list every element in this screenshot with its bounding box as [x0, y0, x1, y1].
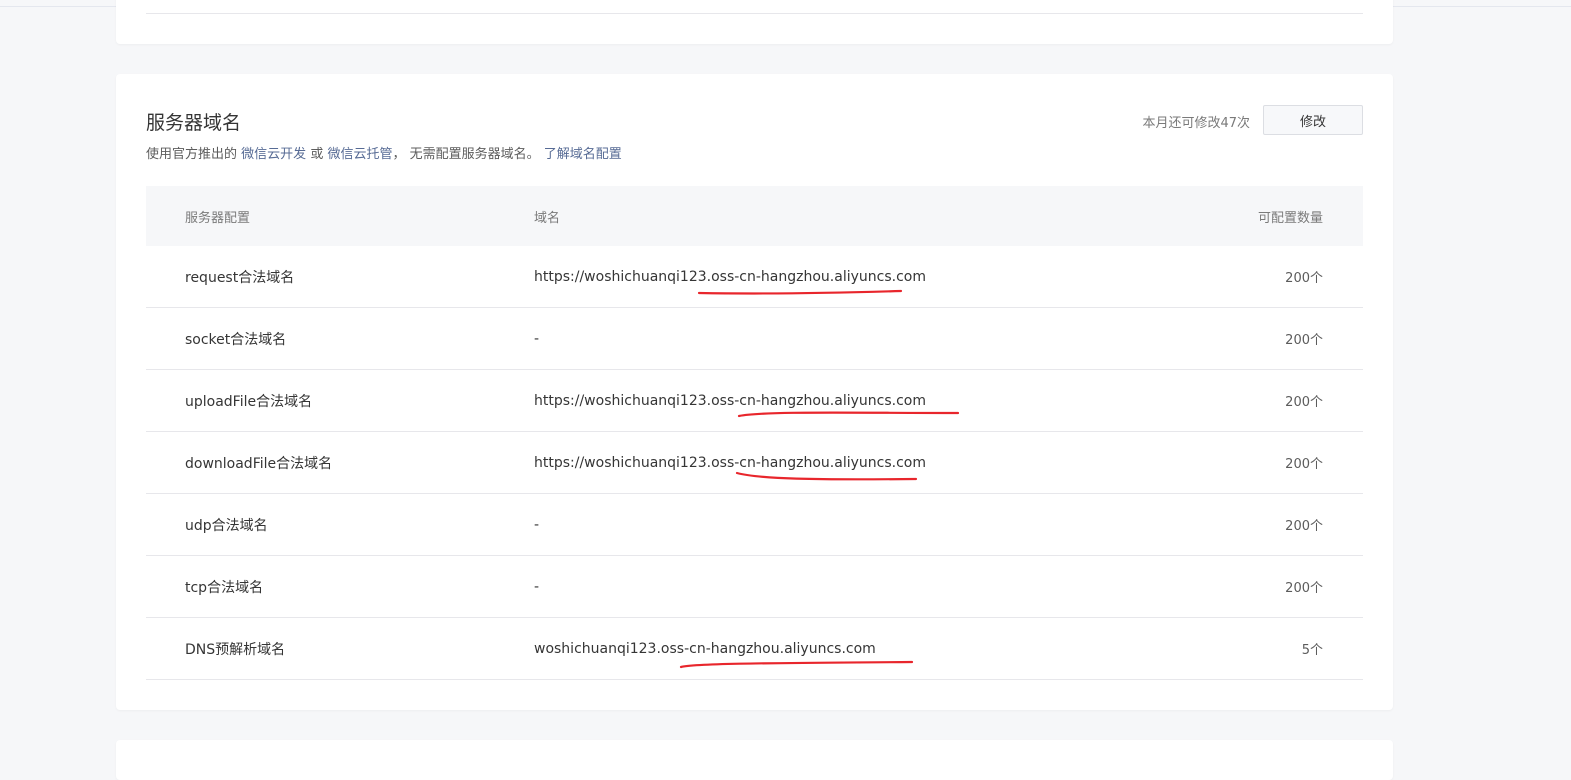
next-section-card — [116, 740, 1393, 780]
table-row-tcp: tcp合法域名 - 200个 — [146, 556, 1363, 618]
cloud-hosting-link[interactable]: 微信云托管 — [327, 147, 392, 162]
header-server-config: 服务器配置 — [185, 210, 251, 226]
row-config-label: uploadFile合法域名 — [185, 393, 313, 410]
desc-or: 或 — [310, 147, 324, 162]
previous-section-card — [116, 0, 1393, 44]
table-row-uploadfile: uploadFile合法域名 https://woshichuanqi123.o… — [146, 370, 1363, 432]
row-config-label: DNS预解析域名 — [185, 641, 286, 658]
row-domain-value: https://woshichuanqi123.oss-cn-hangzhou.… — [534, 268, 926, 285]
table-row-socket: socket合法域名 - 200个 — [146, 308, 1363, 370]
table-row-downloadfile: downloadFile合法域名 https://woshichuanqi123… — [146, 432, 1363, 494]
row-config-label: udp合法域名 — [185, 517, 268, 534]
section-description: 使用官方推出的 微信云开发 或 微信云托管， 无需配置服务器域名。 了解域名配置 — [146, 143, 622, 162]
row-config-label: socket合法域名 — [185, 331, 287, 348]
row-domain-value: woshichuanqi123.oss-cn-hangzhou.aliyuncs… — [534, 640, 876, 657]
row-count-value: 200个 — [1285, 581, 1323, 596]
row-domain-value: https://woshichuanqi123.oss-cn-hangzhou.… — [534, 454, 926, 471]
server-domain-table: 服务器配置 域名 可配置数量 request合法域名 https://woshi… — [146, 186, 1363, 680]
row-domain-value: - — [534, 578, 540, 595]
row-config-label: downloadFile合法域名 — [185, 455, 333, 472]
table-row-udp: udp合法域名 - 200个 — [146, 494, 1363, 556]
cloud-dev-link[interactable]: 微信云开发 — [241, 147, 306, 162]
row-domain-value: https://woshichuanqi123.oss-cn-hangzhou.… — [534, 392, 926, 409]
modify-quota-text: 本月还可修改47次 — [1142, 116, 1250, 131]
row-count-value: 200个 — [1285, 395, 1323, 410]
header-count: 可配置数量 — [1257, 210, 1323, 226]
table-row-request: request合法域名 https://woshichuanqi123.oss-… — [146, 246, 1363, 308]
row-count-value: 5个 — [1301, 643, 1323, 658]
desc-suffix: ， 无需配置服务器域名。 — [392, 147, 540, 162]
edit-button[interactable]: 修改 — [1263, 105, 1363, 135]
header-domain: 域名 — [534, 210, 561, 226]
row-domain-value: - — [534, 330, 540, 347]
desc-prefix: 使用官方推出的 — [146, 147, 238, 162]
table-row-dns: DNS预解析域名 woshichuanqi123.oss-cn-hangzhou… — [146, 618, 1363, 680]
row-config-label: request合法域名 — [185, 269, 295, 286]
divider — [146, 13, 1363, 14]
row-domain-value: - — [534, 516, 540, 533]
learn-domain-config-link[interactable]: 了解域名配置 — [544, 147, 622, 162]
server-domain-card: 服务器域名 使用官方推出的 微信云开发 或 微信云托管， 无需配置服务器域名。 … — [116, 74, 1393, 710]
row-config-label: tcp合法域名 — [185, 579, 264, 596]
table-header: 服务器配置 域名 可配置数量 — [146, 186, 1363, 246]
row-count-value: 200个 — [1285, 457, 1323, 472]
row-count-value: 200个 — [1285, 271, 1323, 286]
row-count-value: 200个 — [1285, 333, 1323, 348]
row-count-value: 200个 — [1285, 519, 1323, 534]
section-title: 服务器域名 — [146, 112, 242, 134]
